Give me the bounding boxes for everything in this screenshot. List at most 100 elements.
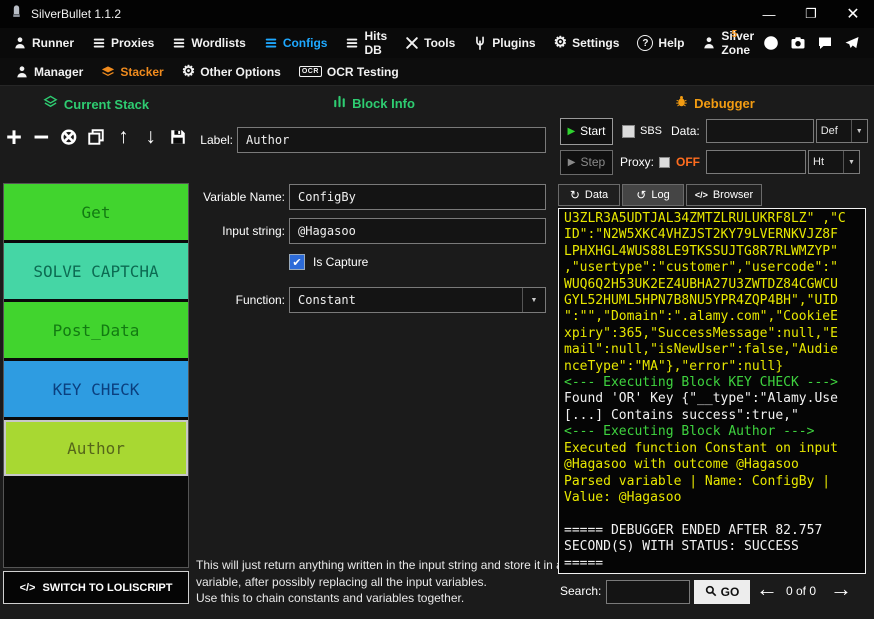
menu-tools[interactable]: Tools	[396, 28, 464, 58]
log-line: ,"usertype":"customer","usercode":"	[564, 260, 860, 276]
main-menubar: Runner Proxies Wordlists Configs Hits DB…	[0, 28, 874, 58]
tab-manager[interactable]: Manager	[6, 58, 92, 85]
stack-block-author[interactable]: Author	[4, 420, 188, 476]
label-field-input[interactable]: Author	[237, 127, 546, 153]
search-icon	[705, 585, 717, 600]
proxy-status: OFF	[676, 155, 700, 169]
play-icon: ▶	[567, 126, 575, 137]
menu-help[interactable]: ? Help	[628, 28, 693, 58]
tools-icon	[405, 36, 419, 50]
is-capture-checkbox[interactable]: ✔	[289, 254, 305, 270]
menu-configs[interactable]: Configs	[255, 28, 337, 58]
log-line: [...] Contains success":true,"	[564, 408, 860, 424]
menu-plugins[interactable]: Plugins	[464, 28, 544, 58]
add-block-button[interactable]: +	[4, 122, 24, 153]
config-toolbar: Manager Stacker ⚙ Other Options OCR OCR …	[0, 58, 874, 86]
move-up-button[interactable]: ↑	[113, 125, 133, 149]
close-button[interactable]: ✕	[832, 0, 874, 28]
stacker-icon	[101, 65, 115, 79]
tab-stacker[interactable]: Stacker	[92, 58, 172, 85]
move-down-button[interactable]: ↓	[141, 125, 161, 149]
variable-name-input[interactable]: ConfigBy	[289, 184, 546, 210]
input-string-label: Input string:	[192, 224, 285, 238]
log-line: ID":"N2W5XKC4VHZJST2KY79LVERNKVJZ8F	[564, 227, 860, 243]
stack-toolbar: + − ⊗ ↑ ↓	[4, 121, 188, 153]
tab-ocr-testing[interactable]: OCR OCR Testing	[290, 58, 408, 85]
log-line: =====	[564, 556, 860, 572]
menu-settings[interactable]: ⚙ Settings	[545, 28, 629, 58]
block-stack-list: Get SOLVE CAPTCHA Post_Data KEY CHECK Au…	[3, 183, 189, 568]
search-input[interactable]	[606, 580, 690, 604]
sbs-checkbox[interactable]	[622, 125, 635, 138]
clone-block-button[interactable]	[86, 128, 106, 146]
debugger-header: Debugger	[556, 95, 874, 111]
proxy-type-dropdown[interactable]: Ht ▼	[808, 150, 860, 174]
minimize-button[interactable]: —	[748, 0, 790, 28]
proxy-input[interactable]	[706, 150, 806, 174]
log-line: Found 'OR' Key {"__type":"Alamy.Use	[564, 391, 860, 407]
go-button[interactable]: GO	[694, 580, 750, 604]
data-type-value: Def	[817, 125, 851, 137]
is-capture-label: Is Capture	[313, 255, 368, 269]
next-result-arrow-icon[interactable]: →	[830, 576, 852, 602]
chat-icon[interactable]	[817, 35, 833, 51]
proxy-type-value: Ht	[809, 156, 843, 168]
proxy-checkbox[interactable]	[659, 157, 670, 168]
window-title: SilverBullet 1.1.2	[31, 7, 121, 21]
configs-icon	[264, 36, 278, 50]
switch-to-loliscript-button[interactable]: </> SWITCH TO LOLISCRIPT	[3, 571, 189, 604]
tab-browser[interactable]: </> Browser	[686, 184, 762, 206]
menu-hits-db[interactable]: Hits DB	[336, 28, 396, 58]
app-icon	[10, 4, 23, 24]
function-dropdown[interactable]: Constant ▼	[289, 287, 546, 313]
telegram-icon[interactable]	[844, 35, 860, 51]
menu-runner[interactable]: Runner	[4, 28, 83, 58]
stack-block-get[interactable]: Get	[4, 184, 188, 240]
tab-log[interactable]: ↺ Log	[622, 184, 684, 206]
function-label: Function:	[192, 293, 285, 307]
stack-block-key-check[interactable]: KEY CHECK	[4, 361, 188, 417]
proxies-icon	[92, 36, 106, 50]
app-window: SilverBullet 1.1.2 — ❐ ✕ Runner Proxies …	[0, 0, 874, 619]
block-info-panel: Block Info Label: Author Variable Name: …	[192, 85, 556, 619]
menu-wordlists[interactable]: Wordlists	[163, 28, 254, 58]
debugger-panel: Debugger ▶ Start SBS Data: Def ▼ ▶ Step …	[556, 85, 874, 619]
debug-log[interactable]: U3ZLR3A5UDTJAL34ZMTZLRULUKRF8LZ" ,"C ID"…	[558, 208, 866, 574]
block-info-header: Block Info	[192, 95, 556, 111]
tab-data[interactable]: ↻ Data	[558, 184, 620, 206]
code-icon: </>	[20, 582, 36, 594]
log-line: ":"","Domain":".alamy.com","CookieE	[564, 309, 860, 325]
menu-proxies[interactable]: Proxies	[83, 28, 163, 58]
log-line: Value: @Hagasoo	[564, 490, 860, 506]
code-icon: </>	[695, 190, 708, 200]
function-value: Constant	[290, 293, 522, 307]
log-search-bar: Search: GO ← 0 of 0 →	[556, 579, 874, 605]
stack-block-solve-captcha[interactable]: SOLVE CAPTCHA	[4, 243, 188, 299]
title-bar: SilverBullet 1.1.2 — ❐ ✕	[0, 0, 874, 28]
stack-panel: Current Stack + − ⊗ ↑ ↓ Get SOLVE CAPTCH…	[0, 85, 192, 619]
prev-result-arrow-icon[interactable]: ←	[756, 576, 778, 602]
history-icon: ↺	[636, 188, 646, 202]
maximize-button[interactable]: ❐	[790, 0, 832, 28]
log-line: LPHXHGL4WUS88LE9TKSSUJTG8R7RLWMZYP"	[564, 244, 860, 260]
proxy-label: Proxy:	[620, 155, 654, 169]
save-stack-button[interactable]	[168, 128, 188, 146]
other-options-icon: ⚙	[182, 65, 195, 79]
stack-block-post-data[interactable]: Post_Data	[4, 302, 188, 358]
remove-block-button[interactable]: −	[31, 122, 51, 153]
tab-other-options[interactable]: ⚙ Other Options	[173, 58, 290, 85]
sbs-label: SBS	[640, 125, 662, 137]
data-input[interactable]	[706, 119, 814, 143]
data-type-dropdown[interactable]: Def ▼	[816, 119, 868, 143]
step-button[interactable]: ▶ Step	[560, 150, 613, 175]
input-string-input[interactable]: @Hagasoo	[289, 218, 546, 244]
camera-icon[interactable]	[790, 35, 806, 51]
help-icon: ?	[637, 35, 653, 51]
start-button[interactable]: ▶ Start	[560, 118, 613, 145]
disable-block-button[interactable]: ⊗	[59, 124, 79, 150]
variable-name-label: Variable Name:	[192, 190, 285, 204]
history-icon[interactable]	[763, 35, 779, 51]
log-line: mail":null,"isNewUser":false,"Audie	[564, 342, 860, 358]
stack-layers-icon	[43, 95, 58, 113]
menu-silver-zone[interactable]: 5 Silver Zone	[693, 28, 763, 58]
